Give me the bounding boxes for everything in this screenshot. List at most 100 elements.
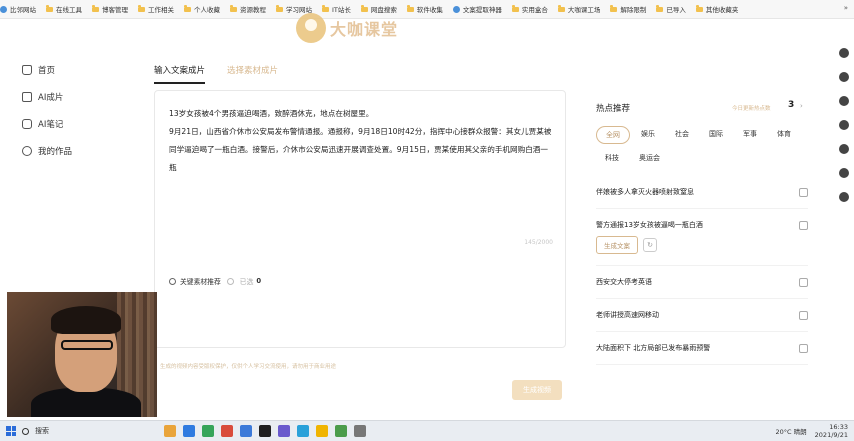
copy-icon[interactable] bbox=[799, 187, 808, 197]
webcam-overlay bbox=[7, 292, 157, 417]
bookmarks-more-icon[interactable]: » bbox=[844, 4, 848, 12]
sidebar-item-ai-note[interactable]: AI笔记 bbox=[22, 110, 132, 137]
hot-topic-item-expanded[interactable]: 警方通报13岁女孩被逼喝一瓶白酒 生成文案 ↻ bbox=[596, 209, 808, 266]
taskbar-app-icon[interactable] bbox=[297, 425, 309, 437]
hot-topics-link[interactable]: 今日更新热点数 bbox=[732, 104, 771, 112]
sidebar-item-works[interactable]: 我的作品 bbox=[22, 137, 132, 164]
hot-topic-item[interactable]: 伴娘被多人拿灭火器喷射致窒息 bbox=[596, 176, 808, 209]
tools-icon[interactable] bbox=[839, 120, 849, 130]
hot-topic-title: 伴娘被多人拿灭火器喷射致窒息 bbox=[596, 188, 694, 196]
category-military[interactable]: 军事 bbox=[734, 126, 766, 144]
bookmark-item[interactable]: 大咖课工场 bbox=[557, 4, 600, 14]
hot-topic-actions: 生成文案 ↻ bbox=[596, 236, 657, 254]
keyword-icon bbox=[169, 277, 176, 285]
collections-icon[interactable] bbox=[839, 96, 849, 106]
bookmark-item[interactable]: 文案提取神器 bbox=[452, 4, 502, 14]
add-icon[interactable] bbox=[839, 192, 849, 202]
search-icon[interactable] bbox=[839, 48, 849, 58]
generate-copy-button[interactable]: 生成文案 bbox=[596, 236, 638, 254]
bookmark-item[interactable]: 其他收藏夹 bbox=[695, 4, 738, 14]
bookmark-label: 工作相关 bbox=[148, 6, 174, 14]
windows-start-icon[interactable] bbox=[6, 426, 16, 436]
generate-video-button[interactable]: 生成视频 bbox=[512, 380, 562, 400]
copy-icon[interactable] bbox=[799, 343, 808, 353]
chevron-right-icon[interactable]: › bbox=[800, 102, 803, 110]
clock[interactable]: 16:33 2021/9/21 bbox=[815, 423, 848, 439]
hot-topic-item[interactable]: 大陆面积下 北方局部已发布暴雨预警 bbox=[596, 332, 808, 365]
tab-input-text[interactable]: 输入文案成片 bbox=[154, 64, 206, 84]
taskbar-app-icon[interactable] bbox=[278, 425, 290, 437]
taskbar-app-icon[interactable] bbox=[316, 425, 328, 437]
copy-icon[interactable] bbox=[799, 310, 808, 320]
folder-icon bbox=[656, 5, 664, 12]
sidebar-item-ai-film[interactable]: AI成片 bbox=[22, 83, 132, 110]
taskbar-app-icon[interactable] bbox=[221, 425, 233, 437]
sidebar-item-home[interactable]: 首页 bbox=[22, 56, 132, 83]
bookmark-item[interactable]: 已导入 bbox=[656, 4, 686, 14]
bookmark-label: 个人收藏 bbox=[194, 6, 220, 14]
text-editor[interactable]: 13岁女孩被4个男孩逼迫喝酒，致醉酒休克，地点在树屋里。 9月21日，山西省介休… bbox=[154, 90, 566, 348]
folder-icon bbox=[610, 5, 618, 12]
taskbar-app-icon[interactable] bbox=[335, 425, 347, 437]
taskbar-app-icon[interactable] bbox=[202, 425, 214, 437]
bookmarks-bar: 比邻网站 在线工具 博客管理 工作相关 个人收藏 资源教程 学习网站 IT站长 网盘搜索 软件收集… bbox=[0, 0, 854, 19]
site-favicon-icon bbox=[452, 5, 460, 13]
hot-topic-title: 西安交大停考英语 bbox=[596, 278, 652, 286]
copy-icon[interactable] bbox=[799, 277, 808, 287]
hot-categories: 全网 娱乐 社会 国际 军事 体育 科技 奥运会 bbox=[596, 126, 816, 172]
category-all[interactable]: 全网 bbox=[596, 126, 630, 144]
taskbar-app-icon[interactable] bbox=[259, 425, 271, 437]
home-icon bbox=[22, 64, 32, 75]
sidebar-item-label: AI笔记 bbox=[38, 119, 64, 130]
search-icon bbox=[22, 427, 29, 435]
bookmark-item[interactable]: 工作相关 bbox=[138, 4, 174, 14]
taskbar-app-icon[interactable] bbox=[240, 425, 252, 437]
taskbar-app-icon[interactable] bbox=[183, 425, 195, 437]
hot-topic-title: 老师讲授高速网移动 bbox=[596, 311, 659, 319]
category-olympics[interactable]: 奥运会 bbox=[630, 150, 669, 166]
folder-icon bbox=[138, 5, 145, 12]
category-society[interactable]: 社会 bbox=[666, 126, 698, 144]
keyword-selected-label: 已选 bbox=[239, 278, 254, 286]
word-count: 145/2000 bbox=[524, 239, 553, 246]
taskbar-app-icon[interactable] bbox=[354, 425, 366, 437]
taskbar-search-label: 搜索 bbox=[35, 427, 49, 435]
bookmark-item[interactable]: 解除限制 bbox=[610, 4, 646, 14]
editor-content[interactable]: 13岁女孩被4个男孩逼迫喝酒，致醉酒休克，地点在树屋里。 9月21日，山西省介休… bbox=[169, 105, 553, 177]
bookmark-item[interactable]: 实用盒合 bbox=[511, 4, 548, 14]
favorites-icon[interactable] bbox=[839, 72, 849, 82]
bookmark-label: 在线工具 bbox=[56, 6, 82, 14]
editor-paragraph: 13岁女孩被4个男孩逼迫喝酒，致醉酒休克，地点在树屋里。 bbox=[169, 109, 374, 118]
copy-icon[interactable] bbox=[799, 220, 808, 230]
tab-select-material[interactable]: 选择素材成片 bbox=[227, 64, 278, 84]
folder-icon bbox=[406, 5, 414, 12]
bookmark-item[interactable]: 软件收集 bbox=[406, 4, 443, 14]
keyword-recommend[interactable]: 关键素材推荐 已选 0 bbox=[169, 276, 261, 286]
refresh-icon[interactable]: ↻ bbox=[643, 238, 657, 252]
category-international[interactable]: 国际 bbox=[700, 126, 732, 144]
bookmark-item[interactable]: 博客管理 bbox=[92, 4, 128, 14]
hot-topic-item[interactable]: 西安交大停考英语 bbox=[596, 266, 808, 299]
taskbar-search[interactable]: 搜索 bbox=[22, 424, 106, 438]
bookmark-item[interactable]: 比邻网站 bbox=[0, 4, 36, 14]
site-logo[interactable]: 大咖课堂 bbox=[296, 10, 404, 46]
presenter-hair bbox=[51, 306, 121, 334]
office-icon[interactable] bbox=[839, 144, 849, 154]
category-entertainment[interactable]: 娱乐 bbox=[632, 126, 664, 144]
bookmark-item[interactable]: 个人收藏 bbox=[184, 4, 220, 14]
presenter-glasses bbox=[61, 340, 113, 350]
hot-topic-item[interactable]: 老师讲授高速网移动 bbox=[596, 299, 808, 332]
bookmark-label: 比邻网站 bbox=[10, 6, 36, 14]
keyword-count: 0 bbox=[256, 277, 262, 285]
category-sports[interactable]: 体育 bbox=[768, 126, 800, 144]
bookmark-label: 解除限制 bbox=[620, 6, 647, 14]
bookmark-label: 已导入 bbox=[666, 6, 686, 14]
hot-topic-title: 警方通报13岁女孩被逼喝一瓶白酒 bbox=[596, 221, 703, 229]
weather-text[interactable]: 20°C 晴朗 bbox=[776, 426, 807, 436]
category-tech[interactable]: 科技 bbox=[596, 150, 628, 166]
outlook-icon[interactable] bbox=[839, 168, 849, 178]
bookmark-item[interactable]: 资源教程 bbox=[230, 4, 266, 14]
bookmark-item[interactable]: 在线工具 bbox=[46, 4, 82, 14]
help-icon[interactable] bbox=[226, 277, 234, 285]
taskbar-app-icon[interactable] bbox=[164, 425, 176, 437]
